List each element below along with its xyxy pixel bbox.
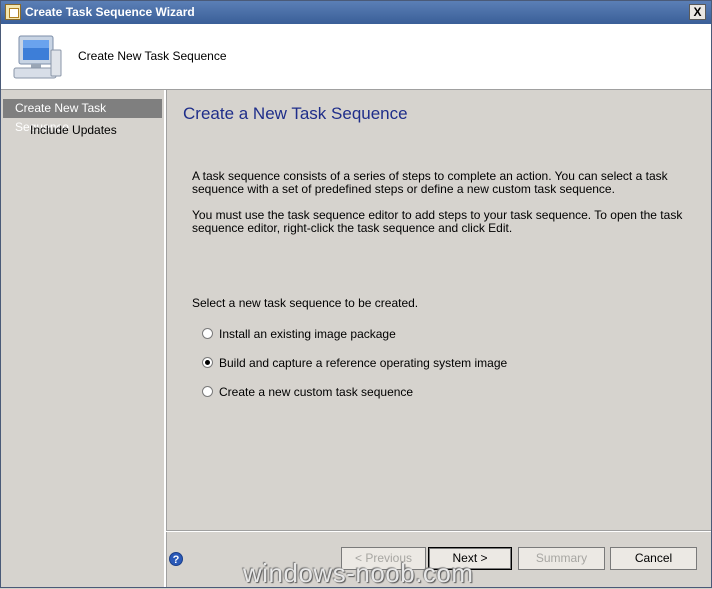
page-title: Create a New Task Sequence [183,104,408,123]
wizard-window: Create Task Sequence Wizard X Create New… [0,0,712,588]
footer-divider [166,530,711,532]
description-text: A task sequence consists of a series of … [192,169,668,196]
instructions-text: You must use the task sequence editor to… [192,208,683,235]
option-label[interactable]: Create a new custom task sequence [219,385,413,399]
summary-button[interactable]: Summary [518,547,605,570]
header-title: Create New Task Sequence [78,49,227,63]
radio-button-selected[interactable] [202,357,213,368]
wizard-steps-sidebar: Create New Task Sequence Include Updates [1,90,166,587]
close-button[interactable]: X [689,4,706,20]
radio-button[interactable] [202,386,213,397]
radio-button[interactable] [202,328,213,339]
wizard-app-icon [5,4,21,20]
cancel-button[interactable]: Cancel [610,547,697,570]
window-title: Create Task Sequence Wizard [25,5,195,19]
sidebar-item-include-updates[interactable]: Include Updates [30,121,117,140]
watermark-text: windows-noob.com [243,558,474,588]
option-label[interactable]: Install an existing image package [219,327,396,341]
title-bar[interactable]: Create Task Sequence Wizard X [1,1,711,24]
select-label: Select a new task sequence to be created… [192,296,419,310]
computer-icon [13,35,62,79]
wizard-header: Create New Task Sequence [1,24,711,90]
option-label[interactable]: Build and capture a reference operating … [219,356,507,370]
help-icon[interactable]: ? [169,552,183,566]
wizard-content: Create a New Task Sequence A task sequen… [166,90,711,587]
sidebar-item-create-new-task-sequence[interactable]: Create New Task Sequence [3,99,162,134]
